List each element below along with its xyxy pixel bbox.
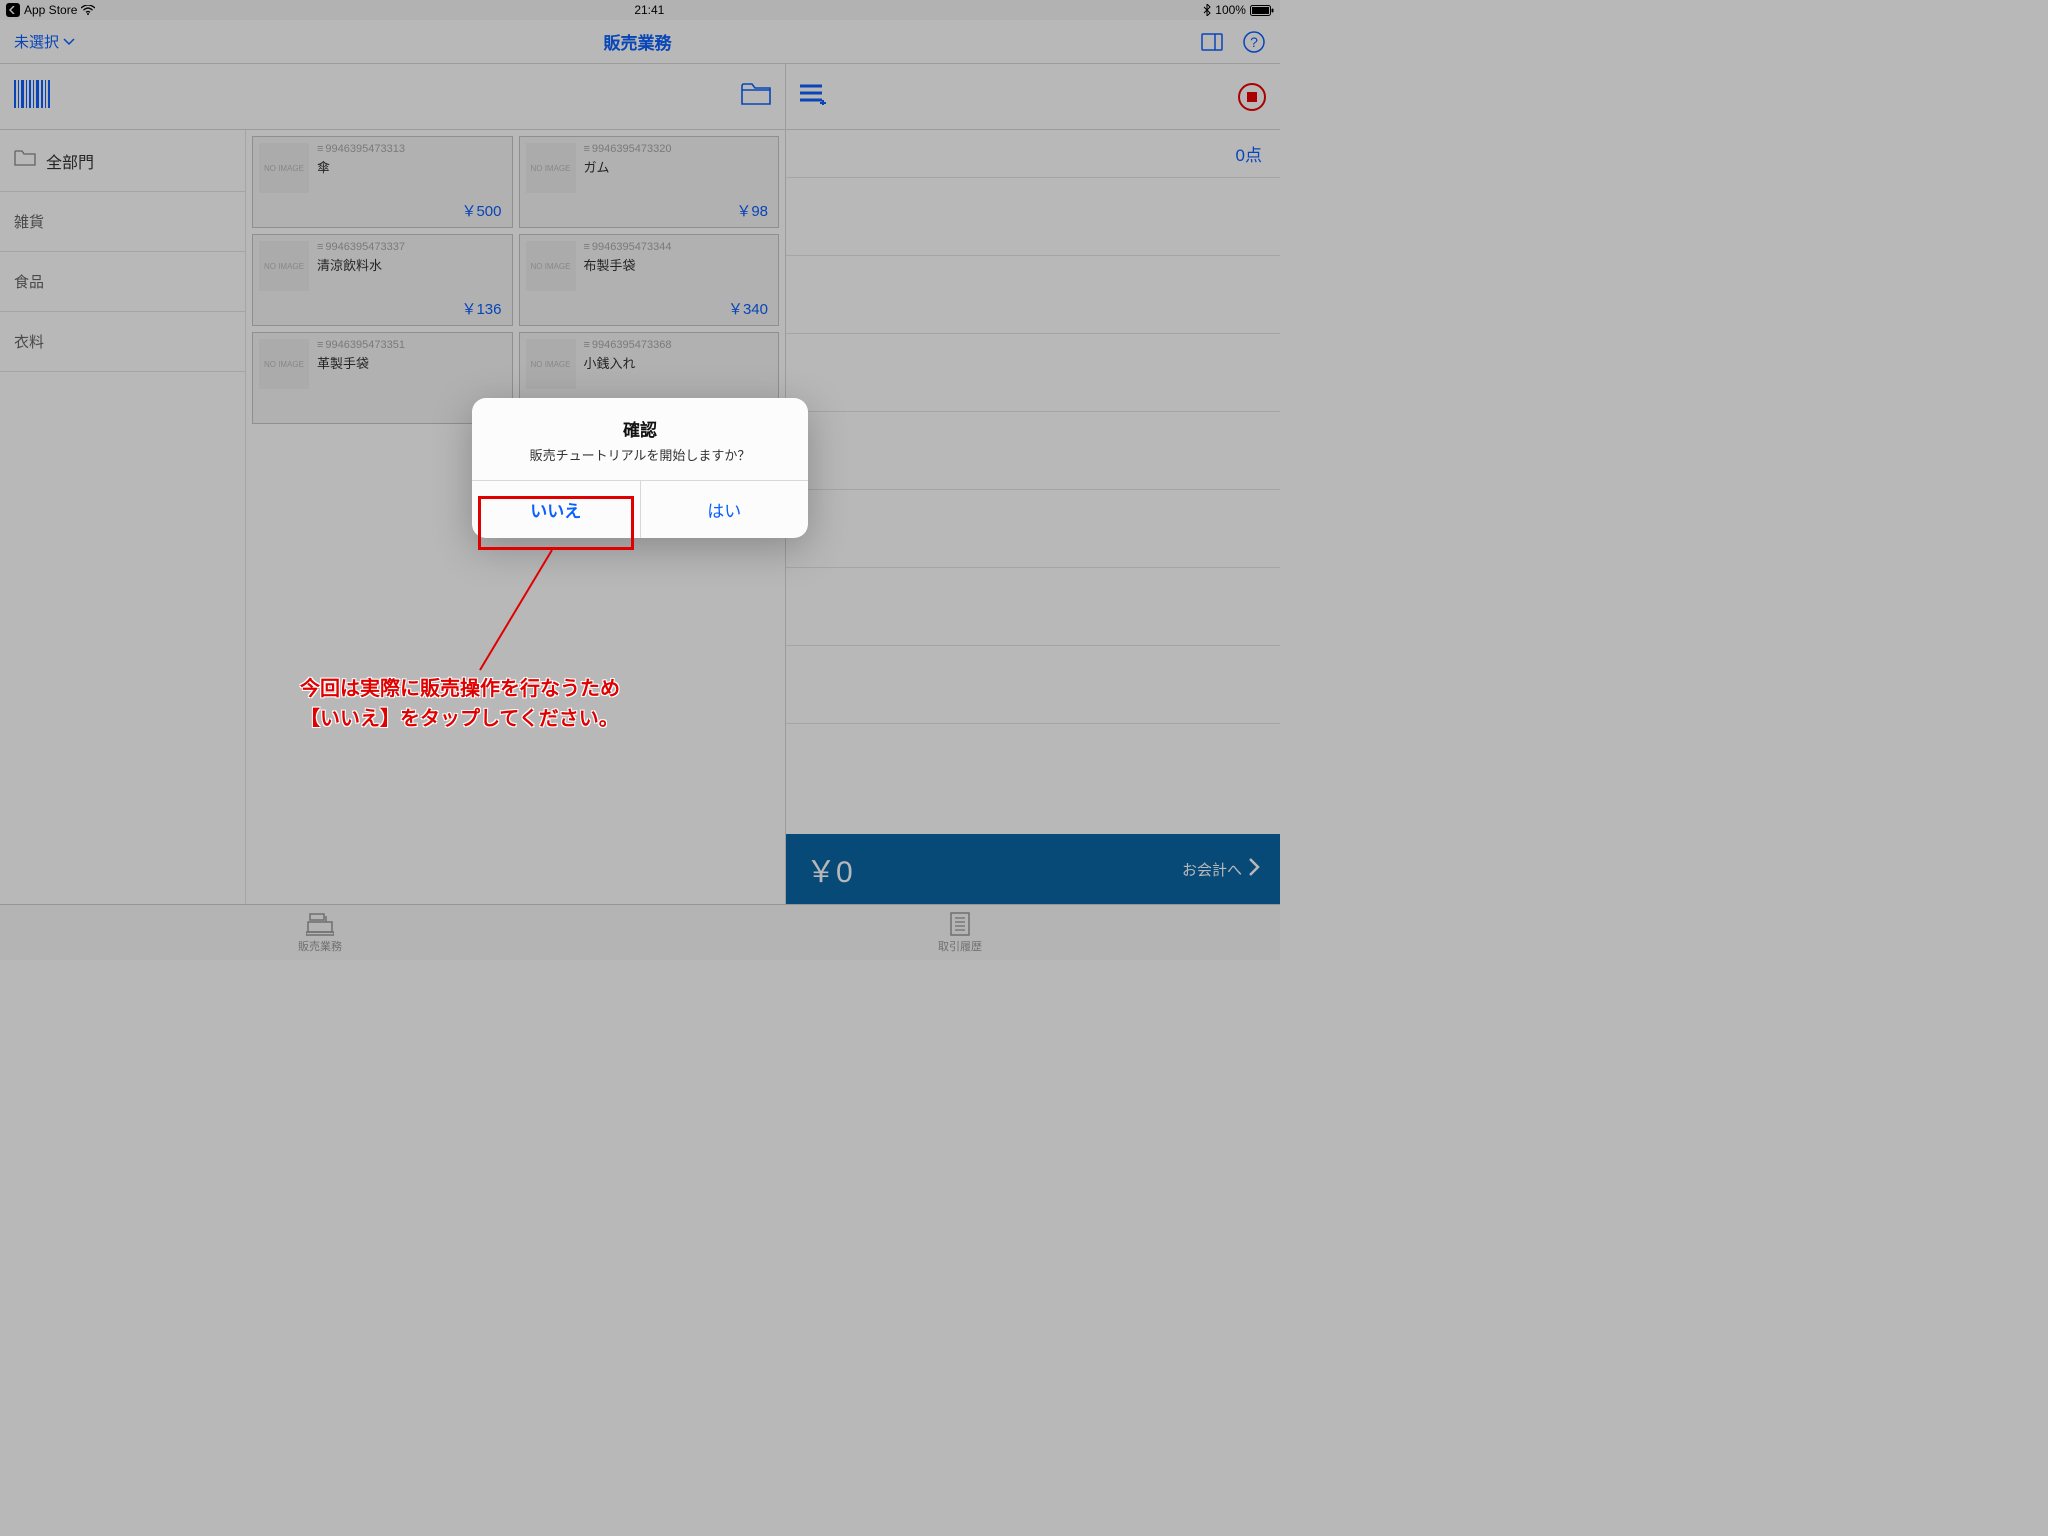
dialog-message: 販売チュートリアルを開始しますか？ xyxy=(488,445,792,464)
confirm-dialog: 確認 販売チュートリアルを開始しますか？ いいえ はい xyxy=(472,398,808,538)
dialog-yes-button[interactable]: はい xyxy=(640,481,809,538)
dialog-title: 確認 xyxy=(488,416,792,441)
dialog-no-button[interactable]: いいえ xyxy=(472,481,640,538)
modal-backdrop xyxy=(0,0,2048,1536)
